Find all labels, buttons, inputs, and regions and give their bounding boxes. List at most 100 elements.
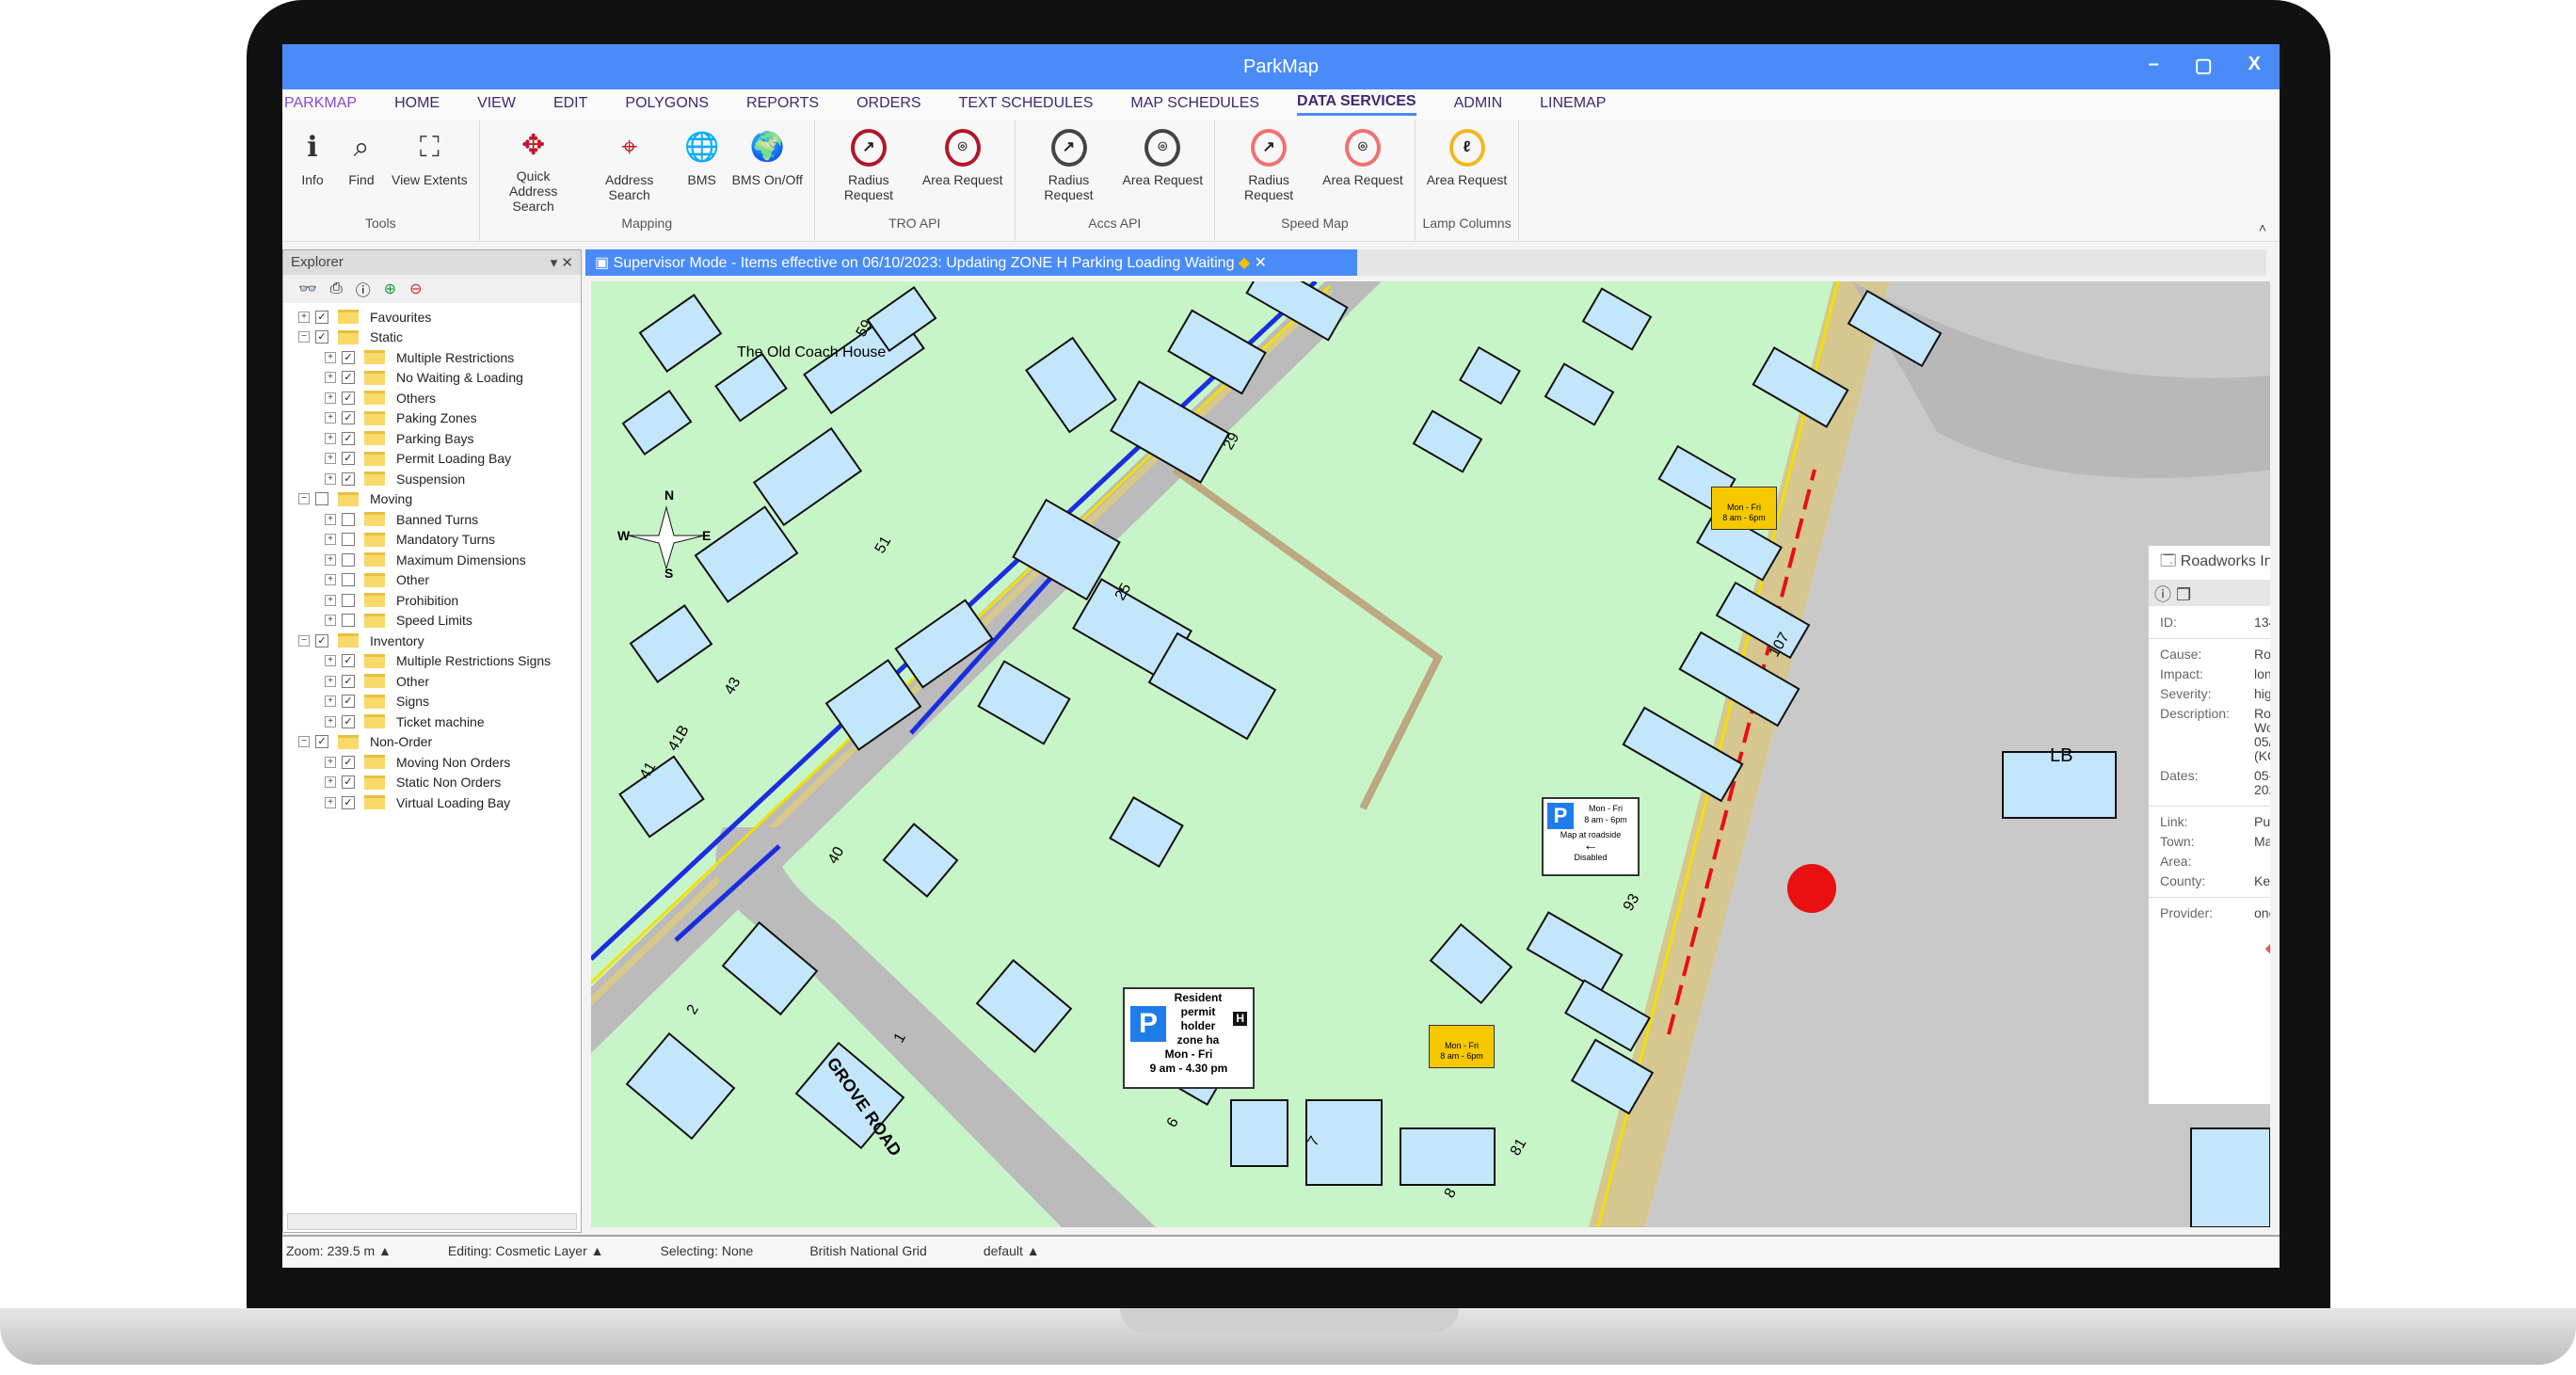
- tab-close-icon[interactable]: ✕: [1255, 255, 1267, 271]
- expand-icon[interactable]: +: [325, 615, 336, 627]
- layer-checkbox[interactable]: ✓: [342, 411, 355, 425]
- help-icon[interactable]: ⓘ: [2154, 585, 2171, 604]
- ribbon-button[interactable]: ⌾ Area Request: [1317, 129, 1409, 214]
- map-canvas[interactable]: The Old Coach HouseGROVE ROADLB592951432…: [591, 281, 2270, 1227]
- incident-marker[interactable]: [1787, 864, 1836, 913]
- expand-icon[interactable]: +: [325, 675, 336, 687]
- tree-node[interactable]: + ✓ Permit Loading Bay: [283, 449, 581, 470]
- tree-node[interactable]: + ✓ Others: [283, 388, 581, 408]
- layer-checkbox[interactable]: ✓: [315, 310, 328, 324]
- layer-checkbox[interactable]: [315, 492, 328, 506]
- tree-node[interactable]: + ✓ Suspension: [283, 469, 581, 489]
- menu-tab[interactable]: EDIT: [553, 95, 587, 115]
- tree-node[interactable]: + ✓ Virtual Loading Bay: [283, 792, 581, 813]
- ribbon-button[interactable]: ⌾ Area Request: [917, 129, 1009, 214]
- tree-node[interactable]: − ✓ Static: [283, 328, 581, 348]
- layer-checkbox[interactable]: ✓: [342, 795, 355, 809]
- layer-checkbox[interactable]: ✓: [315, 633, 328, 648]
- collapse-icon[interactable]: −: [298, 331, 310, 344]
- zoom-status[interactable]: Zoom: 239.5 m ▲: [286, 1243, 392, 1258]
- ribbon-button[interactable]: ⌾ Area Request: [1117, 129, 1209, 214]
- expand-icon[interactable]: +: [325, 472, 336, 485]
- layer-checkbox[interactable]: [342, 533, 355, 547]
- menu-tab[interactable]: MAP SCHEDULES: [1130, 95, 1259, 115]
- tree-node[interactable]: + ✓ Ticket machine: [283, 711, 581, 732]
- menu-tab[interactable]: LINEMAP: [1540, 95, 1606, 115]
- collapse-icon[interactable]: −: [298, 493, 310, 505]
- explorer-pin-close-icon[interactable]: ▾ ✕: [551, 254, 573, 271]
- expand-icon[interactable]: +: [325, 412, 336, 424]
- ribbon-button[interactable]: ℹ Info: [288, 129, 337, 214]
- layer-checkbox[interactable]: [342, 552, 355, 567]
- expand-icon[interactable]: +: [325, 351, 336, 363]
- yellow-sign[interactable]: Mon - Fri 8 am - 6pm: [1429, 1025, 1495, 1068]
- tree-node[interactable]: + Maximum Dimensions: [283, 550, 581, 570]
- menu-tab[interactable]: POLYGONS: [625, 95, 709, 115]
- tree-node[interactable]: + ✓ Paking Zones: [283, 408, 581, 429]
- menu-tab[interactable]: ADMIN: [1454, 95, 1503, 115]
- layer-checkbox[interactable]: ✓: [342, 775, 355, 790]
- menu-tab[interactable]: REPORTS: [746, 95, 819, 115]
- expand-icon[interactable]: +: [325, 574, 336, 586]
- tree-node[interactable]: − ✓ Inventory: [283, 631, 581, 651]
- layer-checkbox[interactable]: ✓: [342, 431, 355, 445]
- expand-icon[interactable]: +: [325, 796, 336, 808]
- layer-checkbox[interactable]: ✓: [342, 371, 355, 385]
- menu-tab[interactable]: TEXT SCHEDULES: [959, 95, 1094, 115]
- minimize-button[interactable]: –: [2149, 54, 2159, 77]
- layer-checkbox[interactable]: ✓: [342, 391, 355, 405]
- ribbon-button[interactable]: ↗ Radius Request: [1221, 129, 1317, 214]
- add-icon[interactable]: ⊕: [384, 280, 396, 298]
- explorer-scrollbar[interactable]: [287, 1213, 577, 1230]
- ribbon-button[interactable]: ✥ Quick Address Search: [486, 129, 582, 215]
- expand-icon[interactable]: +: [298, 311, 310, 323]
- expand-icon[interactable]: +: [325, 453, 336, 465]
- layer-checkbox[interactable]: ✓: [342, 654, 355, 668]
- map-view[interactable]: The Old Coach House GROVE ROAD LB 59 29 51 43 2…: [591, 281, 2270, 1227]
- collapse-icon[interactable]: −: [298, 634, 310, 647]
- document-tab[interactable]: ▣ Supervisor Mode - Items effective on 0…: [585, 249, 1357, 276]
- tree-node[interactable]: + ✓ No Waiting & Loading: [283, 368, 581, 389]
- tree-node[interactable]: + Banned Turns: [283, 509, 581, 530]
- ribbon-button[interactable]: ↗ Radius Request: [821, 129, 917, 214]
- expand-icon[interactable]: +: [325, 655, 336, 667]
- layer-checkbox[interactable]: [342, 512, 355, 526]
- ribbon-button[interactable]: 🌍 BMS On/Off: [727, 129, 808, 214]
- menu-tab[interactable]: VIEW: [477, 95, 516, 115]
- yellow-sign[interactable]: Mon - Fri 8 am - 6pm: [1711, 487, 1777, 530]
- maximize-button[interactable]: ▢: [2195, 54, 2213, 77]
- permit-sign[interactable]: P H Resident permit holder zone ha Mon - Fr…: [1123, 987, 1255, 1089]
- layer-checkbox[interactable]: ✓: [315, 330, 328, 344]
- menu-tab[interactable]: HOME: [394, 95, 440, 115]
- binoculars-icon[interactable]: 👓: [298, 280, 317, 298]
- layer-checkbox[interactable]: ✓: [315, 735, 328, 749]
- layer-checkbox[interactable]: ✓: [342, 674, 355, 688]
- layer-checkbox[interactable]: ✓: [342, 695, 355, 709]
- expand-icon[interactable]: +: [325, 553, 336, 566]
- style-status[interactable]: default ▲: [984, 1243, 1040, 1258]
- layer-checkbox[interactable]: ✓: [342, 350, 355, 364]
- expand-icon[interactable]: +: [325, 594, 336, 606]
- layer-checkbox[interactable]: ✓: [342, 714, 355, 728]
- menu-tab[interactable]: PARKMAP: [284, 95, 357, 115]
- layer-checkbox[interactable]: ✓: [342, 452, 355, 466]
- ribbon-button[interactable]: ⌕ Find: [337, 129, 386, 214]
- layer-checkbox[interactable]: ✓: [342, 755, 355, 769]
- tree-node[interactable]: + ✓ Parking Bays: [283, 428, 581, 449]
- layer-checkbox[interactable]: ✓: [342, 472, 355, 486]
- remove-icon[interactable]: ⊖: [409, 280, 422, 298]
- print-icon[interactable]: ⎙: [330, 280, 343, 297]
- tree-node[interactable]: + Speed Limits: [283, 611, 581, 632]
- layer-checkbox[interactable]: [342, 593, 355, 607]
- expand-icon[interactable]: +: [325, 432, 336, 444]
- loading-sign[interactable]: P Mon - Fri 8 am - 6pm Map at roadside ← …: [1542, 797, 1640, 876]
- layer-checkbox[interactable]: [342, 614, 355, 628]
- expand-icon[interactable]: +: [325, 756, 336, 768]
- ribbon-button[interactable]: 🌐 BMS: [678, 129, 727, 214]
- tree-node[interactable]: + ✓ Static Non Orders: [283, 773, 581, 793]
- collapse-icon[interactable]: −: [298, 736, 310, 748]
- tree-node[interactable]: + ✓ Multiple Restrictions Signs: [283, 651, 581, 672]
- expand-icon[interactable]: +: [325, 715, 336, 727]
- tree-node[interactable]: + ✓ Other: [283, 671, 581, 692]
- layer-info-icon[interactable]: ⓘ: [356, 278, 371, 300]
